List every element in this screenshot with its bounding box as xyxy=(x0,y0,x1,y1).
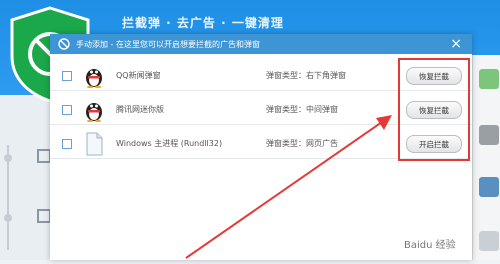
row-name: QQ新闻弹窗 xyxy=(116,71,161,80)
row-type: 弹窗类型：右下角弹窗 xyxy=(266,71,346,80)
app-tile-icon[interactable] xyxy=(479,177,499,197)
app-tile-icon[interactable] xyxy=(479,231,499,251)
dialog-title: 手动添加 - 在这里您可以开启想要拦截的广告和弹窗 xyxy=(76,39,260,49)
row-name: Windows 主进程 (Rundll32) xyxy=(116,139,223,148)
row-name: 腾讯网迷你版 xyxy=(116,105,164,114)
left-panel xyxy=(0,100,51,260)
row-type: 弹窗类型：网页广告 xyxy=(266,139,338,148)
app-tile-icon[interactable] xyxy=(479,69,499,89)
app-title: 拦截弹 · 去广告 · 一键清理 xyxy=(122,16,284,30)
right-panel xyxy=(472,55,500,260)
row-checkbox[interactable] xyxy=(62,105,72,115)
row-checkbox[interactable] xyxy=(62,139,72,149)
highlight-box xyxy=(398,58,470,161)
left-panel-icons xyxy=(4,145,51,250)
document-icon xyxy=(86,132,103,156)
row-checkbox[interactable] xyxy=(62,71,72,81)
qq-penguin-icon xyxy=(86,103,102,122)
block-icon xyxy=(58,38,70,50)
close-button[interactable]: × xyxy=(450,36,462,52)
watermark: Baidu 经验 xyxy=(404,240,456,251)
qq-penguin-icon xyxy=(86,69,102,88)
row-type: 弹窗类型：中间弹窗 xyxy=(266,105,338,114)
dialog-header: 手动添加 - 在这里您可以开启想要拦截的广告和弹窗 × xyxy=(50,34,472,54)
app-tile-icon[interactable] xyxy=(479,125,499,145)
